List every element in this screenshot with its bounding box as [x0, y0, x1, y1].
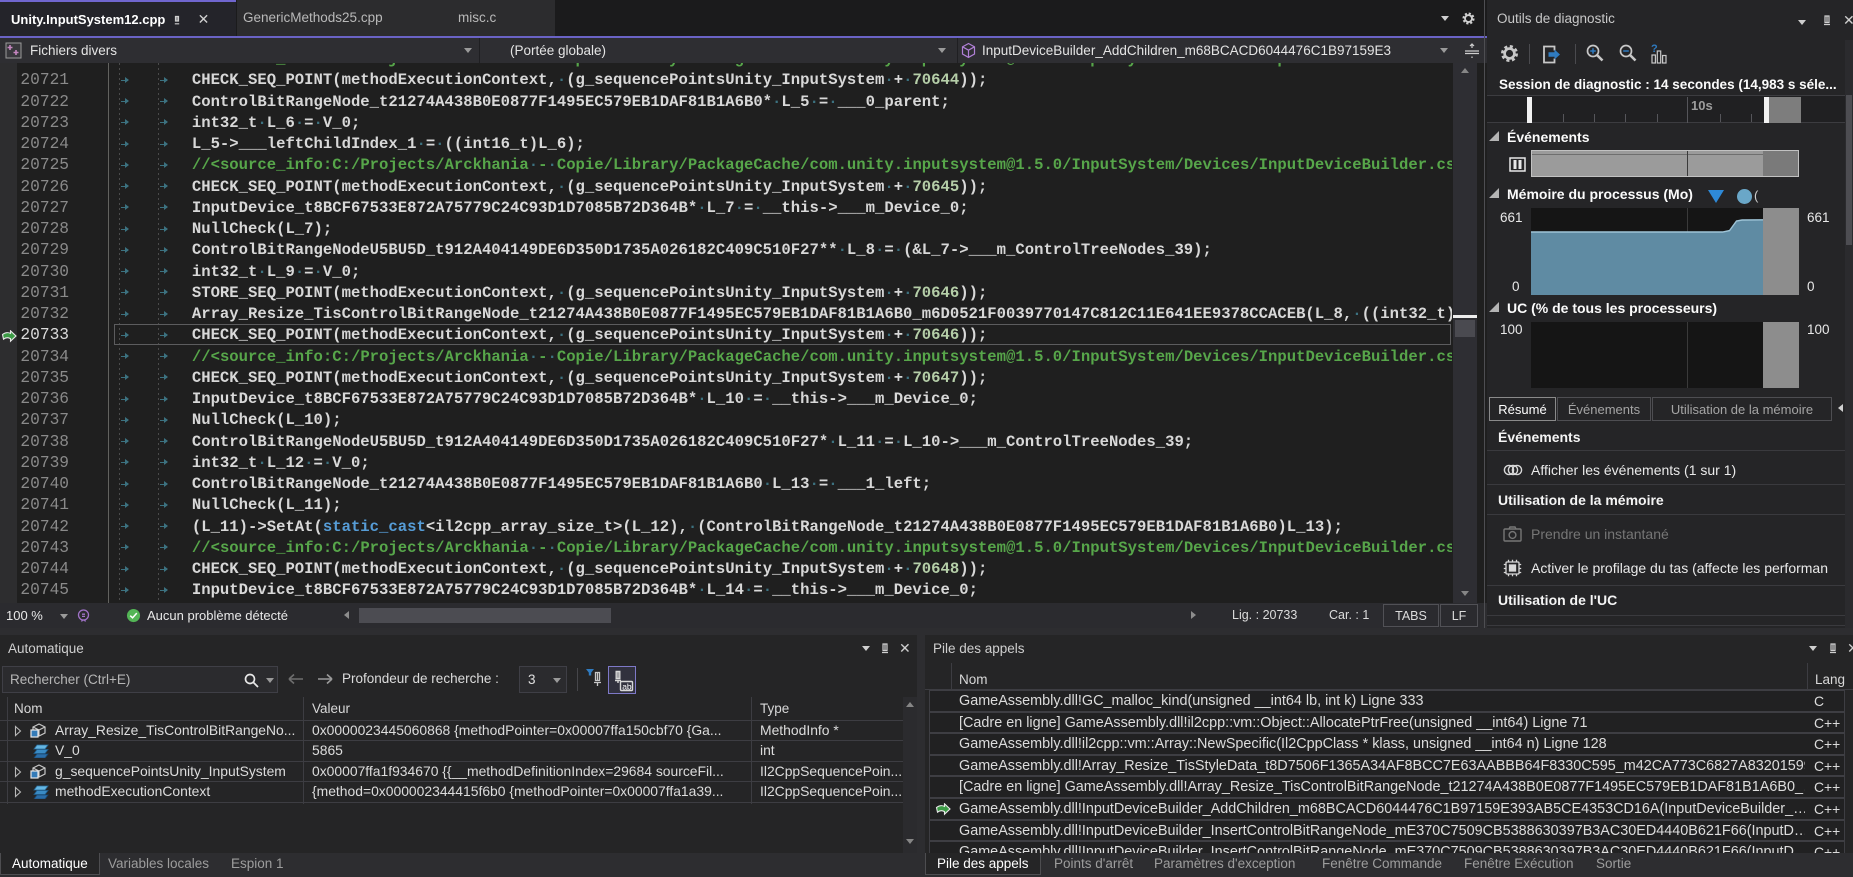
svg-text:ab: ab [622, 681, 632, 691]
